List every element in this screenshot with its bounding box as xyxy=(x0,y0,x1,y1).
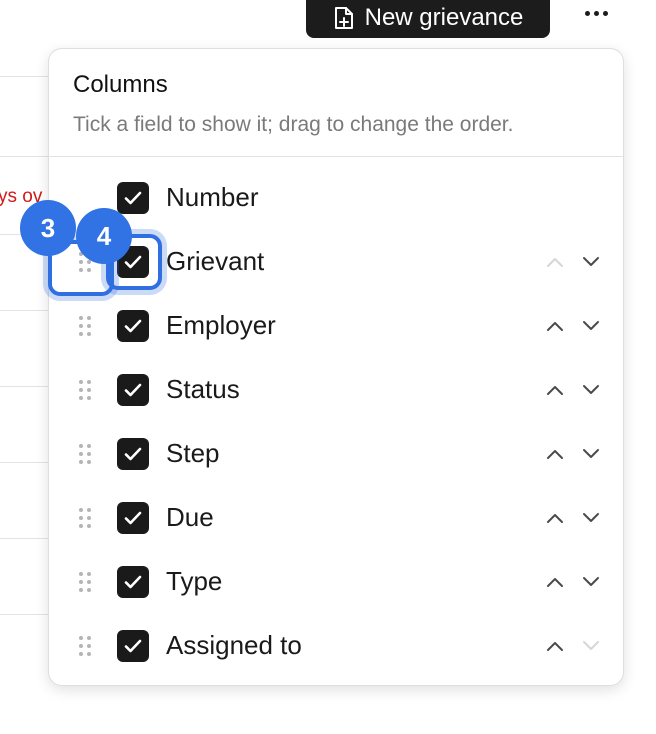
drag-handle-icon[interactable] xyxy=(79,572,91,592)
file-plus-icon xyxy=(333,6,355,30)
chevron-down-icon xyxy=(581,256,601,268)
checkmark-icon xyxy=(122,635,144,657)
checkmark-icon xyxy=(122,187,144,209)
new-grievance-button[interactable]: New grievance xyxy=(306,0,550,38)
column-label: Status xyxy=(166,374,240,404)
drag-handle-icon[interactable] xyxy=(79,636,91,656)
step-badge: 4 xyxy=(76,208,132,264)
chevron-up-icon xyxy=(545,320,565,332)
move-down-button[interactable] xyxy=(579,314,603,338)
column-row[interactable]: Assigned to xyxy=(49,614,623,678)
column-checkbox[interactable] xyxy=(117,310,149,342)
columns-panel: Columns Tick a field to show it; drag to… xyxy=(48,48,624,686)
chevron-down-icon xyxy=(581,512,601,524)
chevron-up-icon xyxy=(545,640,565,652)
drag-handle-icon[interactable] xyxy=(79,444,91,464)
chevron-up-icon xyxy=(545,256,565,268)
drag-handle-icon[interactable] xyxy=(79,508,91,528)
chevron-up-icon xyxy=(545,448,565,460)
move-up-button[interactable] xyxy=(543,634,567,658)
panel-subtitle: Tick a field to show it; drag to change … xyxy=(73,113,514,136)
step-badge: 3 xyxy=(20,200,76,256)
chevron-down-icon xyxy=(581,640,601,652)
column-label: Due xyxy=(166,502,214,532)
column-label: Number xyxy=(166,182,259,212)
column-checkbox[interactable] xyxy=(117,566,149,598)
column-label: Type xyxy=(166,566,223,596)
column-row[interactable]: Step xyxy=(49,422,623,486)
column-row[interactable]: Status xyxy=(49,358,623,422)
checkmark-icon xyxy=(122,507,144,529)
column-row[interactable]: Number xyxy=(49,166,623,230)
move-up-button[interactable] xyxy=(543,570,567,594)
chevron-up-icon xyxy=(545,576,565,588)
move-down-button[interactable] xyxy=(579,634,603,658)
move-up-button[interactable] xyxy=(543,314,567,338)
drag-handle-icon[interactable] xyxy=(79,380,91,400)
move-up-button[interactable] xyxy=(543,250,567,274)
column-row[interactable]: Due xyxy=(49,486,623,550)
checkmark-icon xyxy=(122,315,144,337)
column-checkbox[interactable] xyxy=(117,630,149,662)
move-up-button[interactable] xyxy=(543,442,567,466)
checkmark-icon xyxy=(122,379,144,401)
chevron-down-icon xyxy=(581,384,601,396)
drag-handle-icon[interactable] xyxy=(79,316,91,336)
column-label: Employer xyxy=(166,310,276,340)
column-checkbox[interactable] xyxy=(117,374,149,406)
checkmark-icon xyxy=(122,571,144,593)
column-checkbox[interactable] xyxy=(117,182,149,214)
column-label: Assigned to xyxy=(166,630,302,660)
move-down-button[interactable] xyxy=(579,250,603,274)
more-horizontal-icon-dot xyxy=(593,10,599,16)
new-grievance-label: New grievance xyxy=(364,4,524,31)
move-down-button[interactable] xyxy=(579,570,603,594)
move-up-button[interactable] xyxy=(543,378,567,402)
column-checkbox[interactable] xyxy=(117,502,149,534)
move-up-button[interactable] xyxy=(543,506,567,530)
chevron-down-icon xyxy=(581,448,601,460)
chevron-up-icon xyxy=(545,512,565,524)
column-label: Step xyxy=(166,438,220,468)
chevron-up-icon xyxy=(545,384,565,396)
panel-title: Columns xyxy=(73,71,168,98)
chevron-down-icon xyxy=(581,320,601,332)
chevron-down-icon xyxy=(581,576,601,588)
move-down-button[interactable] xyxy=(579,378,603,402)
more-options-button[interactable] xyxy=(574,0,618,26)
checkmark-icon xyxy=(122,443,144,465)
more-horizontal-icon xyxy=(584,10,590,16)
column-label: Grievant xyxy=(166,246,265,276)
column-row[interactable]: Type xyxy=(49,550,623,614)
move-down-button[interactable] xyxy=(579,442,603,466)
move-down-button[interactable] xyxy=(579,506,603,530)
more-horizontal-icon-dot xyxy=(602,10,608,16)
panel-divider xyxy=(49,156,623,157)
column-checkbox[interactable] xyxy=(117,438,149,470)
column-row[interactable]: Employer xyxy=(49,294,623,358)
